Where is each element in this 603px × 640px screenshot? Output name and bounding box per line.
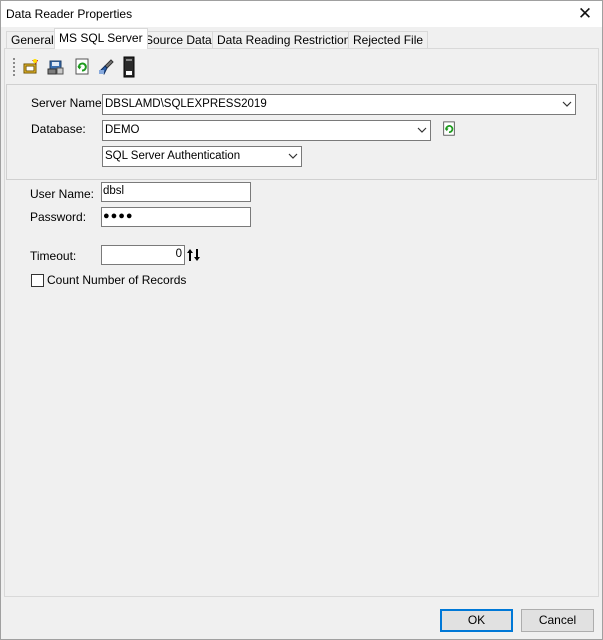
timeout-label: Timeout: — [30, 249, 77, 263]
close-icon: ✕ — [577, 4, 593, 24]
database-label: Database: — [31, 122, 86, 136]
refresh-button[interactable] — [71, 56, 93, 78]
window-title: Data Reader Properties — [6, 7, 133, 21]
chevron-down-icon — [288, 153, 298, 159]
chevron-down-icon — [417, 127, 427, 133]
clear-icon — [99, 59, 114, 75]
timeout-input[interactable]: 0 — [101, 245, 185, 265]
refresh-icon — [443, 121, 455, 136]
connection-wizard-button[interactable] — [20, 56, 42, 78]
tab-general[interactable]: General — [6, 31, 59, 49]
sql-file-icon — [123, 56, 135, 78]
count-records-checkbox[interactable] — [31, 274, 44, 287]
user-name-label: User Name: — [30, 187, 95, 201]
server-name-label: Server Name: — [31, 96, 106, 110]
database-value: DEMO — [105, 124, 140, 136]
connection-wizard-icon — [23, 59, 38, 74]
timeout-spinner[interactable] — [185, 246, 202, 264]
connection-group: Server Name: DBSLAMD\SQLEXPRESS2019 Data… — [6, 84, 597, 180]
cancel-button[interactable]: Cancel — [521, 609, 594, 632]
tab-ms-sql-server[interactable]: MS SQL Server — [54, 28, 148, 49]
tab-data-reading-restrictions[interactable]: Data Reading Restrictions — [212, 31, 362, 49]
password-input[interactable]: ●●●● — [101, 207, 251, 227]
password-label: Password: — [30, 210, 87, 224]
title-bar: Data Reader Properties ✕ — [1, 1, 602, 27]
save-connection-icon — [47, 60, 64, 75]
button-bar: OK Cancel — [1, 599, 602, 639]
sql-file-button[interactable] — [118, 56, 140, 78]
tab-source-data[interactable]: Source Data — [140, 31, 217, 49]
save-connection-button[interactable] — [45, 56, 67, 78]
spinner-arrows-icon — [187, 249, 200, 261]
ok-button[interactable]: OK — [440, 609, 513, 632]
count-records-label[interactable]: Count Number of Records — [47, 273, 186, 287]
clear-button[interactable] — [96, 56, 118, 78]
tab-panel: Server Name: DBSLAMD\SQLEXPRESS2019 Data… — [4, 48, 599, 597]
server-name-value: DBSLAMD\SQLEXPRESS2019 — [105, 98, 267, 110]
database-combo[interactable]: DEMO — [102, 120, 431, 141]
authentication-combo[interactable]: SQL Server Authentication — [102, 146, 302, 167]
refresh-icon — [75, 58, 89, 75]
password-value: ●●●● — [103, 210, 134, 222]
toolbar-grip — [13, 58, 15, 76]
server-name-combo[interactable]: DBSLAMD\SQLEXPRESS2019 — [102, 94, 576, 115]
user-name-input[interactable]: dbsl — [101, 182, 251, 202]
user-name-value: dbsl — [103, 185, 125, 197]
close-button[interactable]: ✕ — [568, 1, 602, 27]
timeout-value: 0 — [175, 248, 182, 260]
chevron-down-icon — [562, 101, 572, 107]
authentication-value: SQL Server Authentication — [105, 150, 241, 162]
tab-rejected-file[interactable]: Rejected File — [348, 31, 429, 49]
refresh-databases-button[interactable] — [440, 120, 458, 138]
dialog-window: Data Reader Properties ✕ General MS SQL … — [0, 0, 603, 640]
